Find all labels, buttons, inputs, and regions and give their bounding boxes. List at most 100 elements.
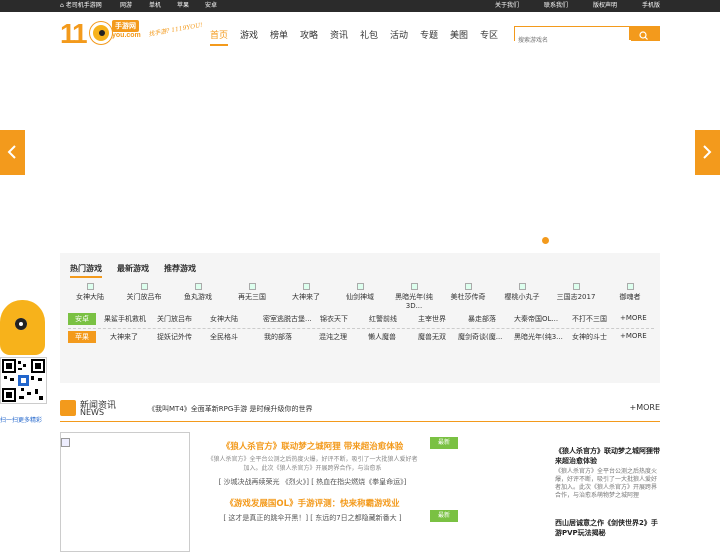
- headline-sublinks[interactable]: [ 这才是真正的跳伞开黑！] [ 东远的7日之都隐藏新番大 ]: [205, 513, 420, 523]
- game-icon: [518, 283, 526, 290]
- android-game-link[interactable]: 锦衣天下: [320, 314, 348, 324]
- banner-prev-button[interactable]: [0, 130, 25, 175]
- game-item[interactable]: 樱桃小丸子: [495, 283, 549, 302]
- banner-indicator-dot[interactable]: [542, 237, 549, 244]
- android-game-link[interactable]: 不打不三国: [572, 314, 607, 324]
- topbar-link-online[interactable]: 网游: [120, 0, 132, 12]
- headline-title[interactable]: 《游戏发展国OL》手游评测：快来称霸游戏业: [205, 497, 420, 509]
- game-icon: [572, 283, 580, 290]
- android-game-link[interactable]: 红警前线: [369, 314, 397, 324]
- mascot-icon: [0, 300, 45, 355]
- game-icon: [194, 283, 202, 290]
- apple-game-link[interactable]: 捉妖记外传: [157, 332, 192, 342]
- apple-game-link[interactable]: 全民格斗: [210, 332, 238, 342]
- android-game-link[interactable]: 暴走部落: [468, 314, 496, 324]
- android-game-link[interactable]: 关门放吕布: [157, 314, 192, 324]
- headline-title[interactable]: 《狼人杀官方》联动梦之城阿狸 带来超治愈体验: [205, 440, 420, 452]
- game-panel: 热门游戏 最新游戏 推荐游戏 女神大陆 关门放吕布 鱼丸游戏 再无三国 大神来了…: [60, 253, 660, 383]
- apple-row: 苹果 大神来了 捉妖记外传 全民格斗 我的部落 混沌之理 懒人魔兽 魔兽无双 魔…: [68, 331, 654, 345]
- game-item[interactable]: 鱼丸游戏: [171, 283, 225, 302]
- nav-topics[interactable]: 专题: [420, 28, 438, 41]
- chevron-left-icon: [7, 145, 16, 159]
- nav-gifts[interactable]: 礼包: [360, 28, 378, 41]
- android-game-link[interactable]: 主宰世界: [418, 314, 446, 324]
- game-item[interactable]: 大神来了: [279, 283, 333, 302]
- logo-badge: 手游网: [112, 20, 139, 32]
- nav-events[interactable]: 活动: [390, 28, 408, 41]
- floating-sidebar: [0, 300, 55, 430]
- game-icon: [248, 283, 256, 290]
- game-item[interactable]: 三国志2017: [549, 283, 603, 302]
- android-game-link[interactable]: 女神大陆: [210, 314, 238, 324]
- game-item[interactable]: 再无三国: [225, 283, 279, 302]
- nav-gallery[interactable]: 美图: [450, 28, 468, 41]
- banner-next-button[interactable]: [695, 130, 720, 175]
- site-home-link[interactable]: ⌂ 老司机手游网: [60, 0, 102, 12]
- apple-game-link[interactable]: 魔兽无双: [418, 332, 446, 342]
- topbar-mobile[interactable]: 手机版: [642, 0, 660, 12]
- game-item[interactable]: 黑暗光年(纯3D...: [387, 283, 441, 310]
- broken-image-icon: [61, 438, 70, 447]
- qr-code-graphic: [2, 359, 45, 402]
- nav-guides[interactable]: 攻略: [300, 28, 318, 41]
- nav-games[interactable]: 游戏: [240, 28, 258, 41]
- new-badge: 最新: [430, 510, 458, 522]
- game-icon: [356, 283, 364, 290]
- apple-game-link[interactable]: 混沌之理: [319, 332, 347, 342]
- row-divider: [68, 328, 654, 329]
- game-item[interactable]: 关门放吕布: [117, 283, 171, 302]
- nav-rankings[interactable]: 榜单: [270, 28, 288, 41]
- game-icon: [626, 283, 634, 290]
- site-home-label: 老司机手游网: [65, 2, 102, 9]
- android-game-link[interactable]: 密室逃脱古堡...: [263, 314, 312, 324]
- apple-game-link[interactable]: 我的部落: [264, 332, 292, 342]
- search-input[interactable]: [515, 34, 631, 47]
- tab-new-games[interactable]: 最新游戏: [117, 263, 149, 274]
- search-button[interactable]: [629, 27, 659, 40]
- news-header: 新闻资讯 NEWS 《我叫MT4》全面革新RPG手游 是时候升级你的世界 +MO…: [60, 396, 660, 422]
- topbar-link-single[interactable]: 单机: [149, 0, 161, 12]
- android-more-link[interactable]: +MORE: [620, 314, 647, 322]
- logo-domain: you.com: [112, 32, 141, 39]
- apple-game-link[interactable]: 女神的斗士: [572, 332, 607, 342]
- game-item[interactable]: 御魂者: [603, 283, 657, 302]
- qr-caption: 扫一扫更多精彩: [0, 417, 43, 424]
- news-image[interactable]: [60, 432, 190, 552]
- apple-more-link[interactable]: +MORE: [620, 332, 647, 340]
- news-title-en: NEWS: [80, 408, 105, 417]
- apple-game-link[interactable]: 大神来了: [110, 332, 138, 342]
- header: 11 手游网 you.com 找手游? 1119YOU! 首页 游戏 榜单 攻略…: [0, 12, 720, 52]
- chevron-right-icon: [703, 145, 712, 159]
- topbar-about[interactable]: 关于我们: [495, 0, 519, 12]
- nav-home[interactable]: 首页: [210, 28, 229, 46]
- game-item[interactable]: 女神大陆: [63, 283, 117, 302]
- news-ticker-link[interactable]: 《我叫MT4》全面革新RPG手游 是时候升级你的世界: [148, 404, 313, 414]
- headline-sublinks[interactable]: [ 沙城决战再续荣光 《烈火》] [ 热血在指尖燃烧《拳皇命运》]: [205, 477, 420, 487]
- news-more-link[interactable]: +MORE: [629, 403, 660, 412]
- topbar-link-android[interactable]: 安卓: [205, 0, 217, 12]
- topbar-link-apple[interactable]: 苹果: [177, 0, 189, 12]
- apple-game-link[interactable]: 魔剑奇谈(魔...: [458, 332, 502, 342]
- tab-recommended-games[interactable]: 推荐游戏: [164, 263, 196, 274]
- latest-news-title[interactable]: 《狼人杀官方》联动梦之城阿狸带来超治愈体验: [555, 446, 660, 466]
- latest-news-title[interactable]: 西山居诚意之作《剑侠世界2》手游PVP玩法揭秘: [555, 518, 660, 538]
- game-item[interactable]: 美杜莎传奇: [441, 283, 495, 302]
- topbar-copyright[interactable]: 版权声明: [593, 0, 617, 12]
- search-icon: [639, 31, 648, 40]
- game-icon: [86, 283, 94, 290]
- apple-game-link[interactable]: 黑暗光年(纯3...: [514, 332, 563, 342]
- topbar-contact[interactable]: 联系我们: [544, 0, 568, 12]
- android-game-link[interactable]: 果鲨手机救机: [104, 314, 146, 324]
- search-box: [514, 26, 660, 47]
- apple-label: 苹果: [68, 331, 96, 343]
- android-game-link[interactable]: 大秦帝国OL...: [514, 314, 558, 324]
- top-bar: ⌂ 老司机手游网 网游 单机 苹果 安卓 关于我们 联系我们 版权声明 手机版: [0, 0, 720, 12]
- site-logo[interactable]: 11 手游网 you.com 找手游? 1119YOU!: [60, 18, 203, 52]
- latest-news-desc: 《狼人杀官方》全平台公测之后热度火爆，好评不断，吸引了一大批狼人爱好者加入。此次…: [555, 468, 658, 499]
- game-item[interactable]: 仙剑神域: [333, 283, 387, 302]
- apple-game-link[interactable]: 懒人魔兽: [368, 332, 396, 342]
- nav-news[interactable]: 资讯: [330, 28, 348, 41]
- qr-code-icon: [0, 357, 47, 404]
- tab-hot-games[interactable]: 热门游戏: [70, 263, 102, 278]
- nav-zones[interactable]: 专区: [480, 28, 498, 41]
